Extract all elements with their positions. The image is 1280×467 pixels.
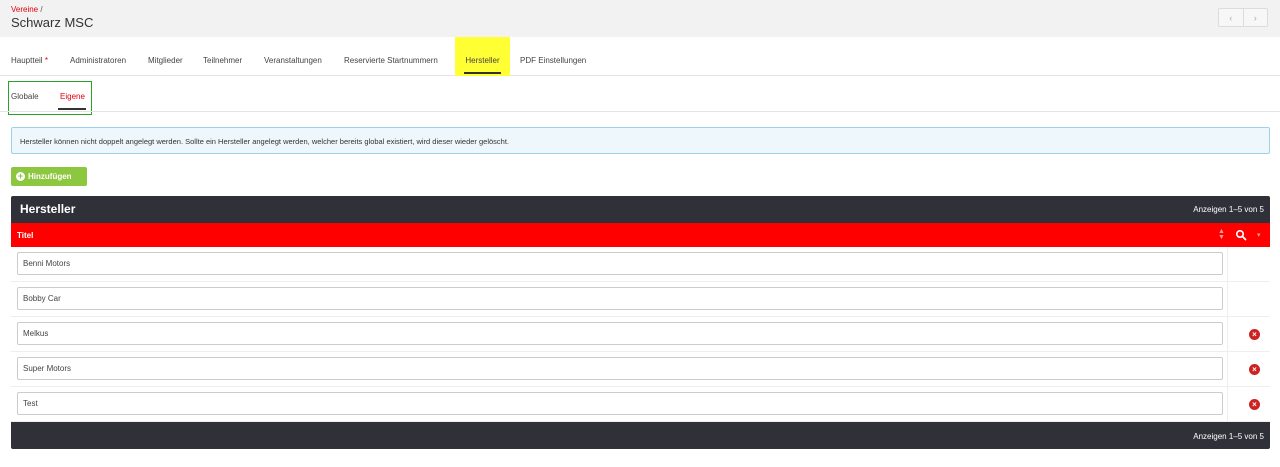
breadcrumb-separator: / <box>40 5 43 14</box>
chevron-right-icon[interactable]: › <box>1242 9 1268 26</box>
tab-administratoren[interactable]: Administratoren <box>70 37 126 76</box>
table-title: Hersteller <box>20 202 76 216</box>
active-tab-underline <box>464 72 501 74</box>
breadcrumb-vereine[interactable]: Vereine <box>11 5 38 14</box>
info-message: Hersteller können nicht doppelt angelegt… <box>11 127 1270 154</box>
row-separator <box>1227 317 1228 352</box>
column-title[interactable]: Titel <box>17 231 33 240</box>
title-field[interactable]: Bobby Car <box>17 287 1223 310</box>
tab-teilnehmer[interactable]: Teilnehmer <box>203 37 242 76</box>
breadcrumb: Vereine / <box>11 5 43 14</box>
title-field[interactable]: Test <box>17 392 1223 415</box>
tab-pdf-einstellungen[interactable]: PDF Einstellungen <box>520 37 586 76</box>
table-header: Hersteller Anzeigen 1–5 von 5 <box>11 196 1270 223</box>
table-row: Bobby Car <box>11 282 1270 317</box>
title-field[interactable]: Melkus <box>17 322 1223 345</box>
subtab-globale[interactable]: Globale <box>11 92 39 101</box>
required-mark: * <box>44 56 48 65</box>
delete-icon[interactable]: × <box>1249 329 1260 340</box>
row-separator <box>1227 387 1228 422</box>
table-footer-count: Anzeigen 1–5 von 5 <box>1193 432 1264 441</box>
table-footer: Anzeigen 1–5 von 5 <box>11 422 1270 449</box>
tab-label: Hersteller <box>465 56 500 65</box>
tab-reservierte-startnummern[interactable]: Reservierte Startnummern <box>344 37 438 76</box>
top-bar: Vereine / Schwarz MSC ‹ › <box>0 0 1280 37</box>
title-field[interactable]: Benni Motors <box>17 252 1223 275</box>
search-icon[interactable] <box>1235 229 1247 241</box>
delete-icon[interactable]: × <box>1249 399 1260 410</box>
tab-veranstaltungen[interactable]: Veranstaltungen <box>264 37 322 76</box>
record-pager: ‹ › <box>1218 8 1268 27</box>
row-separator <box>1227 352 1228 387</box>
tab-mitglieder[interactable]: Mitglieder <box>148 37 183 76</box>
subtab-eigene[interactable]: Eigene <box>60 92 85 101</box>
delete-icon[interactable]: × <box>1249 364 1260 375</box>
table-row: Test × <box>11 387 1270 422</box>
sort-icon[interactable]: ▲ ▼ <box>1218 228 1225 241</box>
plus-circle-icon: + <box>16 171 25 181</box>
active-subtab-underline <box>58 108 86 110</box>
filter-icon[interactable]: ▾ <box>1257 231 1261 239</box>
page-title: Schwarz MSC <box>11 15 94 30</box>
title-field[interactable]: Super Motors <box>17 357 1223 380</box>
row-separator <box>1227 282 1228 317</box>
column-header: Titel ▲ ▼ ▾ <box>11 223 1270 247</box>
add-button[interactable]: + Hinzufügen <box>11 167 87 186</box>
main-tabs: Hauptteil * Administratoren Mitglieder T… <box>0 37 1280 76</box>
sub-tabs-divider <box>0 111 1280 112</box>
tab-hauptteil[interactable]: Hauptteil * <box>11 37 53 76</box>
tab-label: Hauptteil <box>11 56 43 65</box>
chevron-left-icon[interactable]: ‹ <box>1219 9 1243 26</box>
tab-hersteller[interactable]: Hersteller <box>455 37 510 76</box>
add-button-label: Hinzufügen <box>28 172 72 181</box>
table-row: Super Motors × <box>11 352 1270 387</box>
table-row: Benni Motors <box>11 247 1270 282</box>
table-count: Anzeigen 1–5 von 5 <box>1193 205 1264 214</box>
table-row: Melkus × <box>11 317 1270 352</box>
row-separator <box>1227 247 1228 282</box>
